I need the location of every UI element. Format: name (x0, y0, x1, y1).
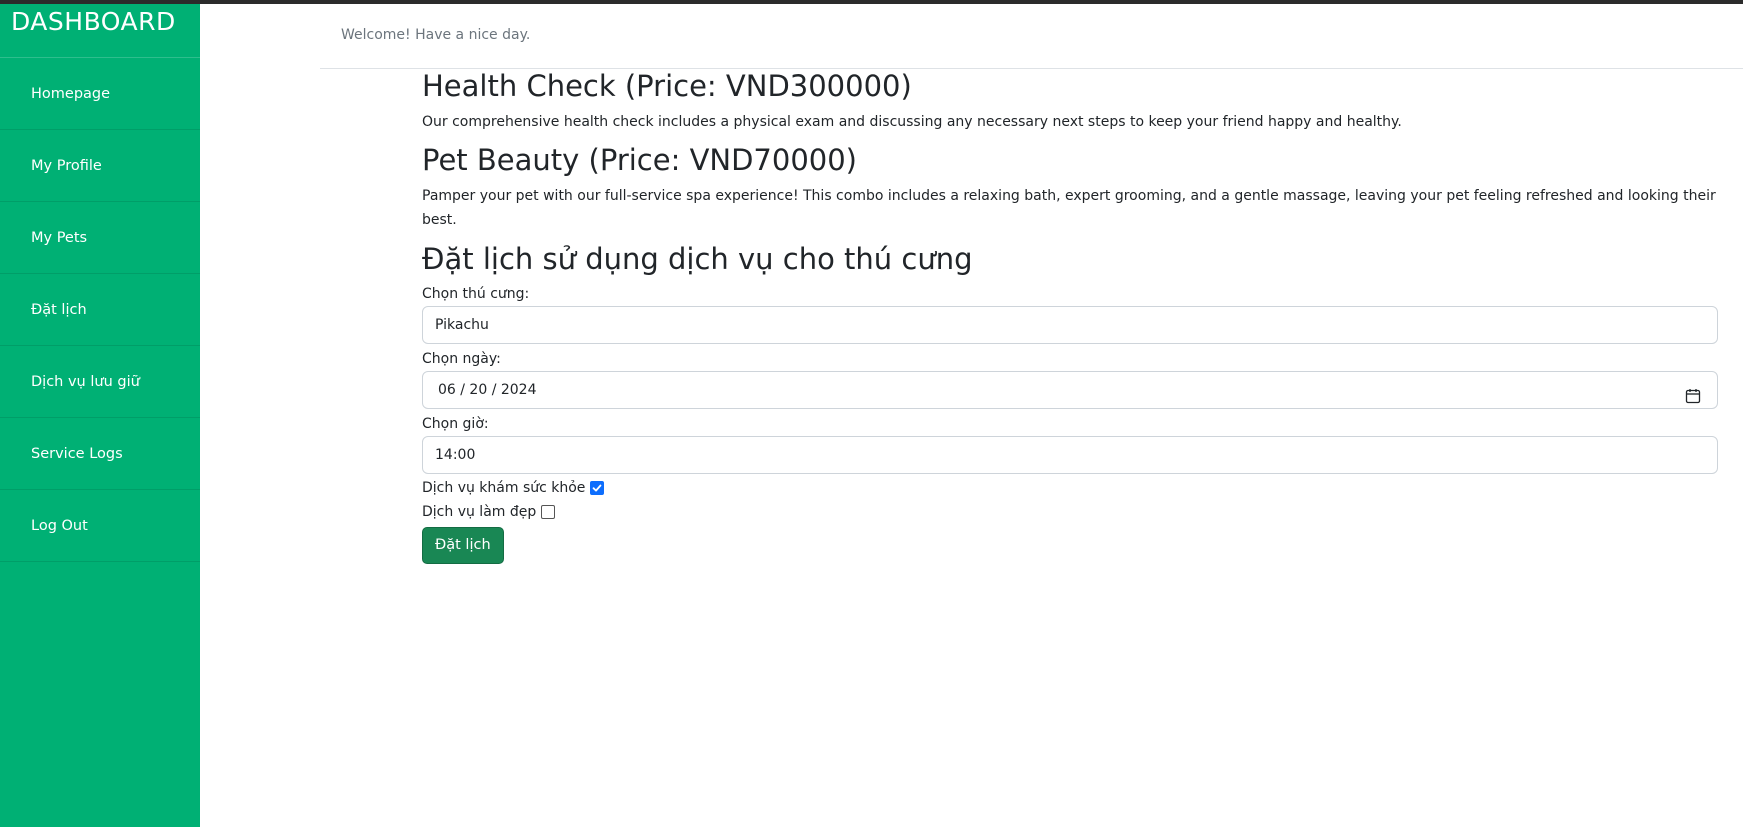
health-check-option: Dịch vụ khám sức khỏe (422, 476, 1718, 500)
time-field-value: 14:00 (435, 447, 476, 463)
service-description: Pamper your pet with our full-service sp… (422, 188, 1716, 228)
booking-form-title: Đặt lịch sử dụng dịch vụ cho thú cưng (422, 242, 973, 276)
sidebar-item-service-logs[interactable]: Service Logs (0, 418, 200, 490)
beauty-checkbox[interactable] (541, 505, 556, 519)
main-content: Health Check (Price: VND300000) Our comp… (422, 66, 1718, 564)
book-button[interactable]: Đặt lịch (422, 527, 504, 564)
sidebar: DASHBOARD Homepage My Profile My Pets Đặ… (0, 4, 200, 827)
date-field-value: 06 / 20 / 2024 (438, 382, 537, 398)
health-check-checkbox[interactable] (590, 481, 605, 495)
service-description: Our comprehensive health check includes … (422, 114, 1402, 130)
welcome-message: Welcome! Have a nice day. (341, 27, 531, 43)
booking-form: Đặt lịch sử dụng dịch vụ cho thú cưng Ch… (422, 239, 1718, 564)
sidebar-item-my-profile[interactable]: My Profile (0, 130, 200, 202)
service-title: Health Check (Price: VND300000) (422, 69, 912, 103)
health-check-checkbox-label: Dịch vụ khám sức khỏe (422, 480, 586, 496)
time-field-label: Chọn giờ: (422, 416, 489, 432)
sidebar-item-my-pets[interactable]: My Pets (0, 202, 200, 274)
top-bar: Welcome! Have a nice day. (200, 4, 1743, 68)
service-pet-beauty: Pet Beauty (Price: VND70000) Pamper your… (422, 140, 1718, 232)
pet-select-label: Chọn thú cưng: (422, 286, 530, 302)
time-field[interactable]: 14:00 (422, 436, 1718, 474)
sidebar-item-log-out[interactable]: Log Out (0, 490, 200, 562)
beauty-checkbox-label: Dịch vụ làm đẹp (422, 504, 537, 520)
date-field[interactable]: 06 / 20 / 2024 (422, 371, 1718, 409)
pet-select-value: Pikachu (435, 317, 489, 333)
calendar-icon[interactable] (1685, 382, 1701, 404)
pet-select[interactable]: Pikachu (422, 306, 1718, 344)
service-title: Pet Beauty (Price: VND70000) (422, 143, 857, 177)
date-field-label: Chọn ngày: (422, 351, 501, 367)
sidebar-item-boarding-service[interactable]: Dịch vụ lưu giữ (0, 346, 200, 418)
service-health-check: Health Check (Price: VND300000) Our comp… (422, 66, 1718, 134)
checkmark-icon (593, 484, 602, 492)
sidebar-item-homepage[interactable]: Homepage (0, 58, 200, 130)
sidebar-brand: DASHBOARD (0, 4, 200, 58)
beauty-option: Dịch vụ làm đẹp (422, 500, 1718, 524)
sidebar-item-booking[interactable]: Đặt lịch (0, 274, 200, 346)
